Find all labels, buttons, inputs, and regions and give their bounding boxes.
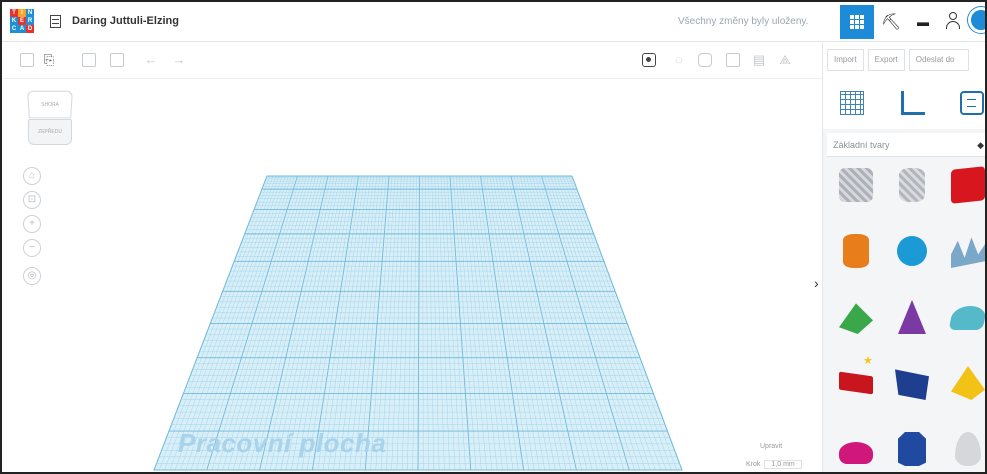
- send-to-button[interactable]: Odeslat do: [908, 49, 969, 71]
- shape-cylinder-striped[interactable]: [883, 154, 941, 218]
- shape-sphere-preview: [897, 236, 927, 266]
- menu-icon[interactable]: [50, 15, 61, 28]
- group-icon[interactable]: [726, 53, 740, 67]
- shape-cone[interactable]: [883, 286, 941, 350]
- shape-pyramid[interactable]: [939, 352, 985, 416]
- copy-icon[interactable]: [20, 53, 34, 67]
- star-icon: ★: [863, 355, 873, 367]
- shape-cylinder-preview: [843, 234, 869, 268]
- ruler-icon[interactable]: [901, 91, 925, 115]
- paste-icon[interactable]: ⎘: [42, 53, 56, 67]
- shape-polygon[interactable]: [883, 418, 941, 472]
- tinkercad-logo[interactable]: TINKERCAD: [10, 9, 34, 33]
- shape-cylinder[interactable]: [827, 220, 885, 284]
- snap-grid-label: Krok: [746, 461, 761, 468]
- logo-letter: A: [18, 25, 26, 33]
- shape-sphere[interactable]: [883, 220, 941, 284]
- zoom-in-icon[interactable]: +: [23, 215, 41, 233]
- add-user-icon[interactable]: [946, 12, 964, 30]
- mirror-icon[interactable]: ⟁: [778, 53, 792, 67]
- shape-hemisphere[interactable]: [827, 418, 885, 472]
- shape-paraboloid[interactable]: [939, 418, 985, 472]
- home-view-icon[interactable]: ⌂: [23, 167, 41, 185]
- panel-tabs: Import Export Odeslat do: [823, 43, 985, 79]
- logo-letter: C: [10, 25, 18, 33]
- logo-letter: I: [18, 9, 26, 17]
- shape-wedge-preview: [895, 369, 929, 400]
- bricks-icon[interactable]: ▬: [906, 5, 940, 39]
- undo-icon[interactable]: ←: [144, 53, 158, 67]
- shape-text-preview: [839, 371, 873, 395]
- pickaxe-icon[interactable]: ⛏: [874, 5, 908, 39]
- view-cube-front[interactable]: ZEPŘEDU: [28, 119, 72, 145]
- shape-roof[interactable]: [827, 286, 885, 350]
- grid-view-icon[interactable]: [840, 5, 874, 39]
- shape-icon[interactable]: [698, 53, 712, 67]
- shape-round-roof-preview: [948, 306, 985, 330]
- shape-roof-preview: [839, 303, 873, 334]
- align-icon[interactable]: ▤: [752, 53, 766, 67]
- redo-icon[interactable]: →: [172, 53, 186, 67]
- visibility-icon[interactable]: [642, 53, 656, 67]
- shape-text[interactable]: ★: [827, 352, 885, 416]
- shape-paraboloid-preview: [955, 432, 981, 466]
- zoom-out-icon[interactable]: −: [23, 239, 41, 257]
- edit-grid-button[interactable]: Upravit: [760, 443, 782, 450]
- shape-wedge[interactable]: [883, 352, 941, 416]
- logo-letter: E: [18, 17, 26, 25]
- workplane-area[interactable]: SHORA ZEPŘEDU ⌂ ⊡ + − ◎ Pracovní plocha …: [2, 79, 822, 474]
- logo-letter: D: [26, 25, 34, 33]
- edit-toolbar: ⎘ ← → ◌ ▤ ⟁: [2, 43, 822, 79]
- logo-letter: R: [26, 17, 34, 25]
- shape-box-striped[interactable]: [827, 154, 885, 218]
- shape-cylinder-striped-preview: [899, 168, 925, 202]
- design-title[interactable]: Daring Juttuli-Elzing: [72, 15, 179, 27]
- avatar[interactable]: [968, 7, 985, 33]
- snap-grid-control[interactable]: Krok 1,0 mm: [746, 460, 802, 469]
- save-status: Všechny změny byly uloženy.: [678, 16, 809, 27]
- shape-cone-preview: [898, 300, 926, 334]
- shape-box[interactable]: [939, 154, 985, 218]
- shape-pyramid-preview: [951, 366, 985, 400]
- app-window: TINKERCAD Daring Juttuli-Elzing Všechny …: [0, 0, 987, 474]
- shapes-panel: Import Export Odeslat do Základní tvary …: [822, 43, 985, 472]
- view-cube-top[interactable]: SHORA: [27, 90, 73, 119]
- shape-scribble-preview: [951, 237, 985, 268]
- shape-round-roof[interactable]: [939, 286, 985, 350]
- workplane-label: Pracovní plocha: [178, 428, 387, 458]
- logo-letter: N: [26, 9, 34, 17]
- shape-hemisphere-preview: [839, 442, 873, 464]
- logo-letter: K: [10, 17, 18, 25]
- view-cube[interactable]: SHORA ZEPŘEDU: [27, 90, 73, 145]
- notes-icon[interactable]: [960, 91, 984, 115]
- export-button[interactable]: Export: [867, 49, 905, 71]
- light-icon[interactable]: ◌: [672, 53, 686, 67]
- duplicate-icon[interactable]: [82, 53, 96, 67]
- shape-box-striped-preview: [839, 168, 873, 202]
- perspective-icon[interactable]: ◎: [23, 267, 41, 285]
- shape-polygon-preview: [898, 432, 926, 466]
- panel-tools: [823, 79, 985, 129]
- logo-letter: T: [10, 9, 18, 17]
- shape-scribble[interactable]: ★: [939, 220, 985, 284]
- fit-view-icon[interactable]: ⊡: [23, 191, 41, 209]
- delete-icon[interactable]: [110, 53, 124, 67]
- snap-grid-value[interactable]: 1,0 mm: [764, 460, 802, 469]
- top-bar: TINKERCAD Daring Juttuli-Elzing Všechny …: [2, 2, 985, 42]
- import-button[interactable]: Import: [827, 49, 864, 71]
- workplane-grid[interactable]: [2, 79, 822, 474]
- shapes-category-label: Základní tvary: [833, 140, 890, 150]
- shape-box-preview: [951, 166, 985, 204]
- workplane-icon[interactable]: [840, 91, 864, 115]
- collapse-panel-icon[interactable]: ›: [814, 275, 819, 291]
